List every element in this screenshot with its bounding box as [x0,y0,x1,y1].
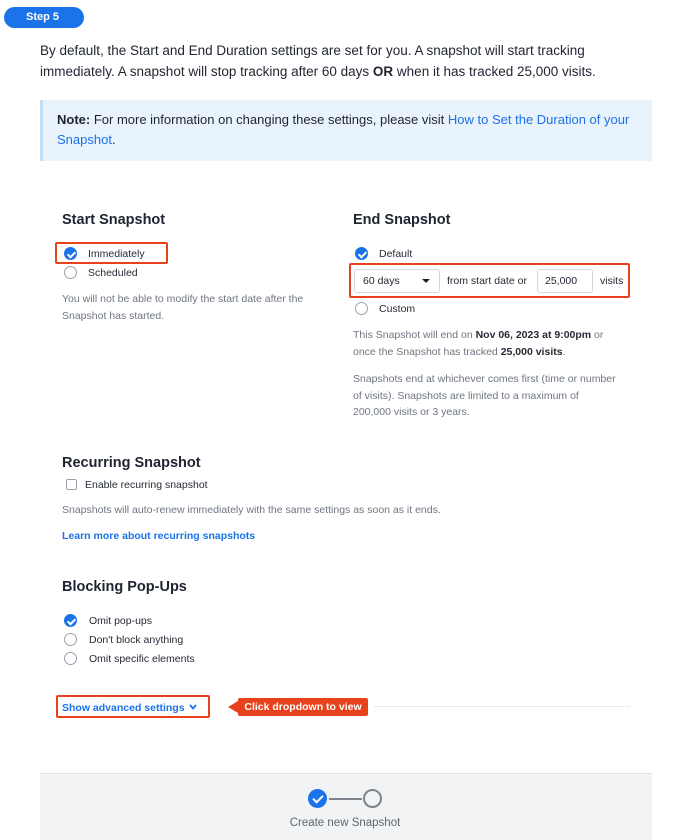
radio-custom[interactable] [355,302,368,315]
dont-block-label: Don't block anything [89,634,184,646]
visits-input[interactable]: 25,000 [537,269,593,293]
show-advanced-settings-link[interactable]: Show advanced settings [62,702,185,714]
limits-line1: Snapshots end at whichever comes first (… [353,373,616,385]
custom-label: Custom [379,303,416,315]
omit-popups-label: Omit pop-ups [89,615,153,627]
start-help-text: You will not be able to modify the start… [62,291,332,324]
end-summary-text: This Snapshot will end on Nov 06, 2023 a… [353,327,643,360]
footer-label: Create new Snapshot [289,817,401,829]
divider [375,706,630,707]
snapshot-limits-text: Snapshots end at whichever comes first (… [353,371,643,421]
summary-line1-pre: This Snapshot will end on [353,329,476,341]
radio-scheduled[interactable] [64,266,77,279]
summary-end-date: Nov 06, 2023 at 9:00pm [475,329,592,341]
omit-specific-label: Omit specific elements [89,653,195,665]
note-end: . [111,132,116,147]
chevron-down-icon [422,279,430,283]
from-start-date-text: from start date or [447,275,527,287]
recurring-learn-more-link[interactable]: Learn more about recurring snapshots [62,530,255,542]
end-snapshot-title: End Snapshot [353,212,451,228]
callout-arrow [228,701,238,713]
chevron-down-icon[interactable] [188,702,198,712]
step-complete-icon [308,789,327,808]
step-badge: Step 5 [4,7,84,28]
visits-label: visits [600,275,624,287]
radio-default[interactable] [355,247,368,260]
recurring-help-text: Snapshots will auto-renew immediately wi… [62,504,441,516]
start-help-line2: Snapshot has started. [62,309,165,322]
start-help-line1: You will not be able to modify the start… [62,293,304,305]
radio-omit-popups[interactable] [64,614,77,627]
limits-line2: of visits). Snapshots are limited to a m… [353,389,579,402]
recurring-snapshot-title: Recurring Snapshot [62,455,201,471]
radio-omit-specific[interactable] [64,652,77,665]
summary-line2-pre: once the Snapshot has tracked [353,345,501,358]
recurring-checkbox[interactable] [66,479,77,490]
limits-line3: 200,000 visits or 3 years. [353,406,470,418]
step-pending-icon [363,789,382,808]
intro-text: By default, the Start and End Duration s… [40,40,650,82]
immediately-highlight [55,242,168,264]
start-snapshot-title: Start Snapshot [62,212,166,228]
recurring-checkbox-label: Enable recurring snapshot [85,479,208,491]
callout-label: Click dropdown to view [238,698,368,716]
note-text: For more information on changing these s… [90,112,448,127]
blocking-popups-title: Blocking Pop-Ups [62,579,187,595]
duration-select[interactable]: 60 days [354,269,440,293]
radio-dont-block[interactable] [64,633,77,646]
default-label: Default [379,248,413,260]
footer-stepper [40,773,652,840]
summary-line2-post: . [562,345,566,358]
intro-part2: when it has tracked 25,000 visits. [393,64,596,79]
intro-bold: OR [372,64,394,79]
note-label: Note: [57,112,91,127]
scheduled-label: Scheduled [88,267,138,279]
step-connector [329,798,362,800]
duration-select-value: 60 days [363,275,400,287]
summary-line1-post: or [591,329,604,341]
note-box: Note: For more information on changing t… [40,100,652,161]
summary-visits: 25,000 visits [500,345,563,358]
